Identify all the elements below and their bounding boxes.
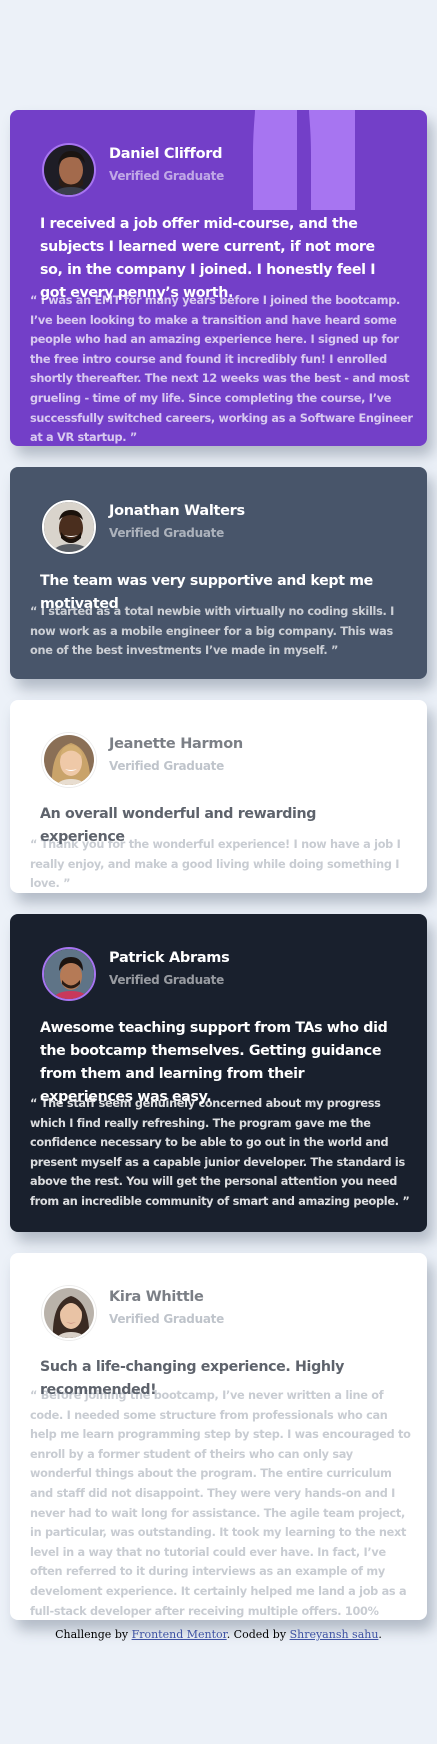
avatar [42,1286,96,1340]
testimonial-body: “ I was an EMT for many years before I j… [30,294,413,445]
author-status: Verified Graduate [109,526,224,540]
avatar [42,733,96,787]
testimonial-card-jonathan: Jonathan Walters Verified Graduate The t… [10,467,427,679]
attribution-prefix: Challenge by [55,1628,129,1641]
author-name: Jonathan Walters [109,503,245,519]
testimonial-card-daniel: Daniel Clifford Verified Graduate I rece… [10,110,427,446]
testimonial-card-patrick: Patrick Abrams Verified Graduate Awesome… [10,914,427,1232]
avatar [42,947,96,1001]
author-status: Verified Graduate [109,759,224,773]
quotation-mark-icon [253,110,355,210]
author-status: Verified Graduate [109,973,224,987]
attribution-middle: . Coded by [226,1628,287,1641]
testimonial-body: “ Before joining the bootcamp, I’ve neve… [30,1389,411,1618]
avatar [42,500,96,554]
author-name: Patrick Abrams [109,950,230,966]
attribution-suffix: . [378,1628,382,1641]
author-name: Kira Whittle [109,1289,204,1305]
author-name: Daniel Clifford [109,146,223,162]
testimonial-body: “ The staff seem genuinely concerned abo… [30,1097,410,1208]
frontend-mentor-link[interactable]: Frontend Mentor [132,1628,227,1641]
testimonial-card-kira: Kira Whittle Verified Graduate Such a li… [10,1253,427,1620]
avatar [42,143,96,197]
author-status: Verified Graduate [109,169,224,183]
testimonial-body: “ Thank you for the wonderful experience… [30,838,401,891]
author-status: Verified Graduate [109,1312,224,1326]
author-name: Jeanette Harmon [109,736,243,752]
testimonial-body: “ I started as a total newbie with virtu… [30,605,395,658]
testimonial-card-jeanette: Jeanette Harmon Verified Graduate An ove… [10,700,427,893]
attribution: Challenge by Frontend Mentor. Coded by S… [0,1628,437,1641]
author-link[interactable]: Shreyansh sahu [290,1628,379,1641]
